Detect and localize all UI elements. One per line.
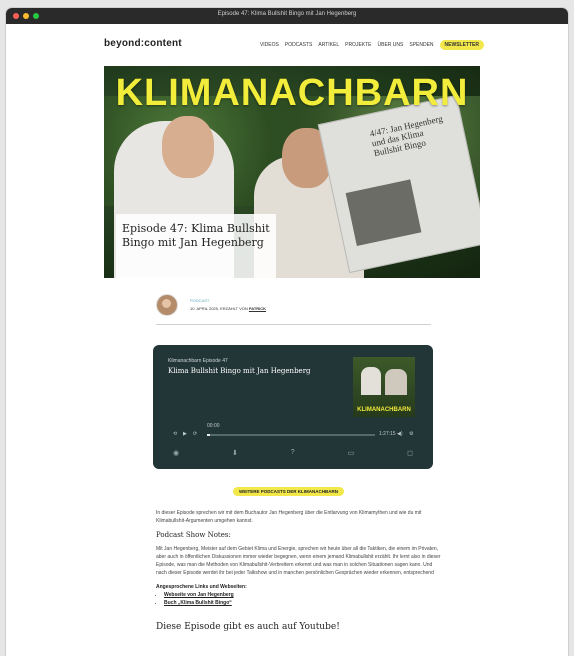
links-list: Webseite von Jan Hegenberg Buch „Klima B… [156,591,441,607]
title-bar: Episode 47: Klima Bullshit Bingo mit Jan… [6,8,568,24]
link-website[interactable]: Webseite von Jan Hegenberg [164,592,234,598]
info-icon[interactable]: ? [291,449,295,457]
nav-ueber-uns[interactable]: ÜBER UNS [378,42,404,48]
more-podcasts-button[interactable]: WEITERE PODCASTS DER KLIMANACHBARN [233,487,344,496]
hero-image: 4/47: Jan Hegenberg und das Klima Bullsh… [104,66,480,278]
progress-bar[interactable] [207,434,375,436]
hero-caption-box: Episode 47: Klima Bullshit Bingo mit Jan… [116,214,276,278]
site-logo[interactable]: beyond:content [104,38,182,49]
list-item: Buch „Klima Bullshit Bingo“ [164,599,441,607]
settings-icon[interactable]: ⚙ [409,431,413,437]
show-notes-text: Mit Jan Hegenberg, Meister auf dem Gebie… [156,546,441,576]
share-icon[interactable]: ▭ [348,449,355,457]
subscribe-icon[interactable]: ◉ [173,449,179,457]
newspaper-photo [345,179,422,246]
podcast-player: Klimanachbarn Episode 47 Klima Bullshit … [153,345,433,469]
intro-text: In dieser Episode sprechen wir mit dem B… [156,510,422,524]
nav-videos[interactable]: VIDEOS [260,42,279,48]
volume-icon[interactable]: ◀) [397,431,403,437]
time-current: 00:00 [207,423,220,429]
player-controls: ⟲ ▶ ⟳ 00:00 1:27:15 ◀) ⚙ [173,423,413,439]
cover-person-right [385,369,407,395]
youtube-heading: Diese Episode gibt es auch auf Youtube! [156,622,340,632]
play-icon[interactable]: ▶ [183,431,187,437]
time-total: 1:27:15 [379,431,396,437]
newspaper-headline: 4/47: Jan Hegenberg und das Klima Bullsh… [368,113,444,159]
category-label[interactable]: PODCAST [190,298,209,303]
player-title: Klima Bullshit Bingo mit Jan Hegenberg [168,367,311,375]
newsletter-button[interactable]: NEWSLETTER [439,40,484,50]
browser-window: Episode 47: Klima Bullshit Bingo mit Jan… [6,8,568,656]
main-menu: VIDEOS PODCASTS ARTIKEL PROJEKTE ÜBER UN… [260,40,484,50]
article-body: In dieser Episode sprechen wir mit dem B… [156,509,441,632]
site-header: beyond:content VIDEOS PODCASTS ARTIKEL P… [104,38,484,52]
list-item: Webseite von Jan Hegenberg [164,591,441,599]
post-meta: 10. APRIL 2025, ERZÄHLT VON PATRICK [190,306,266,311]
window-title: Episode 47: Klima Bullshit Bingo mit Jan… [217,11,357,17]
page-title: Episode 47: Klima Bullshit Bingo mit Jan… [122,222,270,249]
embed-icon[interactable]: ◻ [407,449,413,457]
cover-text: KLIMANACHBARN [357,407,411,413]
hero-head-left [162,116,214,178]
nav-podcasts[interactable]: PODCASTS [285,42,313,48]
show-notes-heading: Podcast Show Notes: [156,531,231,539]
progress-fill [207,434,211,436]
player-cover: KLIMANACHBARN [353,357,415,417]
author-block: PODCAST 10. APRIL 2025, ERZÄHLT VON PATR… [156,294,431,325]
forward-icon[interactable]: ⟳ [193,431,197,437]
author-link[interactable]: PATRICK [249,306,266,311]
post-date: 10. APRIL 2025, ERZÄHLT VON [190,306,248,311]
link-book[interactable]: Buch „Klima Bullshit Bingo“ [164,600,232,606]
player-actions: ◉ ⬇ ? ▭ ◻ [173,449,413,457]
nav-artikel[interactable]: ARTIKEL [318,42,339,48]
hero-banner-text: KLIMANACHBARN [115,72,469,114]
links-heading: Angesprochene Links und Webseiten: [156,584,247,590]
cover-person-left [361,367,381,395]
nav-projekte[interactable]: PROJEKTE [345,42,371,48]
rewind-icon[interactable]: ⟲ [173,431,177,437]
download-icon[interactable]: ⬇ [232,449,238,457]
player-series: Klimanachbarn Episode 47 [168,358,228,364]
nav-spenden[interactable]: SPENDEN [409,42,433,48]
avatar [156,294,178,316]
